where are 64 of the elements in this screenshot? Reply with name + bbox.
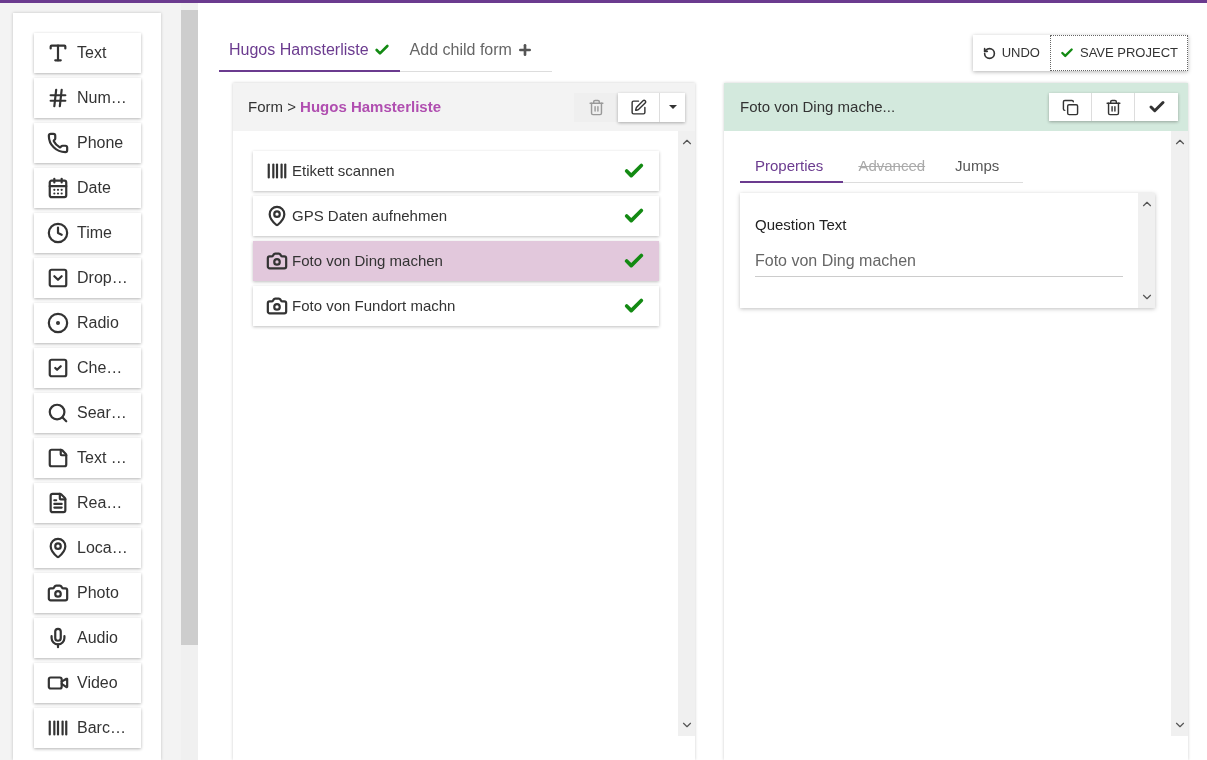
property-tab[interactable]: Properties xyxy=(740,151,844,183)
scrollbar-thumb[interactable] xyxy=(181,10,198,645)
question-item[interactable]: GPS Daten aufnehmen xyxy=(253,196,659,236)
document-icon xyxy=(47,492,69,514)
hash-icon xyxy=(47,87,69,109)
caret-icon xyxy=(668,105,677,109)
text-cursor-icon xyxy=(47,42,69,64)
palette-item[interactable]: Text xyxy=(34,33,141,73)
palette-item[interactable]: Text … xyxy=(34,438,141,478)
question-item[interactable]: Etikett scannen xyxy=(253,151,659,191)
edit-icon xyxy=(630,98,647,116)
microphone-icon xyxy=(47,627,69,649)
trash-icon xyxy=(1104,98,1122,116)
scrollbar[interactable] xyxy=(1138,193,1155,308)
palette-item[interactable]: Time xyxy=(34,213,141,253)
map-pin-icon xyxy=(47,537,69,559)
copy-icon xyxy=(1061,98,1079,116)
scrollbar[interactable] xyxy=(678,131,695,736)
dropdown-icon xyxy=(47,267,69,289)
palette-item[interactable]: Photo xyxy=(34,573,141,613)
camera-icon xyxy=(266,250,288,272)
check-icon xyxy=(1060,46,1074,60)
question-item[interactable]: Foto von Ding machen xyxy=(253,241,659,281)
search-icon xyxy=(47,402,69,424)
camera-icon xyxy=(266,295,288,317)
plus-icon xyxy=(516,42,533,58)
trash-icon xyxy=(587,98,605,116)
breadcrumb: Form > Hugos Hamsterliste xyxy=(248,96,441,117)
check-icon xyxy=(373,42,390,58)
save-project-button[interactable]: SAVE PROJECT xyxy=(1050,35,1188,71)
palette-item[interactable]: Phone xyxy=(34,123,141,163)
question-title: Foto von Ding mache... xyxy=(740,96,896,117)
question-label: GPS Daten aufnehmen xyxy=(292,205,449,226)
clock-icon xyxy=(47,222,69,244)
palette-item[interactable]: Video xyxy=(34,663,141,703)
field-label: Question Text xyxy=(755,215,848,235)
palette-item[interactable]: Rea… xyxy=(34,483,141,523)
palette-item[interactable]: Radio xyxy=(34,303,141,343)
checkbox-icon xyxy=(47,357,69,379)
palette-item[interactable]: Barc… xyxy=(34,708,141,748)
camera-icon xyxy=(47,582,69,604)
palette-item[interactable]: Loca… xyxy=(34,528,141,568)
question-text-field[interactable]: Foto von Ding machen xyxy=(755,246,1123,277)
question-label: Foto von Fundort machn xyxy=(292,295,457,316)
undo-button[interactable]: UNDO xyxy=(972,35,1050,71)
form-tab[interactable]: Hugos Hamsterliste xyxy=(219,30,400,72)
radio-icon xyxy=(47,312,69,334)
question-item[interactable]: Foto von Fundort machn xyxy=(253,286,659,326)
property-tab[interactable]: Jumps xyxy=(940,151,1015,183)
palette-item[interactable]: Drop… xyxy=(34,258,141,298)
palette-item[interactable]: Date xyxy=(34,168,141,208)
scrollbar[interactable] xyxy=(1171,131,1188,736)
palette-item[interactable]: Num… xyxy=(34,78,141,118)
map-pin-icon xyxy=(266,205,288,227)
question-label: Etikett scannen xyxy=(292,160,396,181)
palette-item[interactable]: Che… xyxy=(34,348,141,388)
form-tab[interactable]: Add child form xyxy=(399,30,543,72)
undo-icon xyxy=(982,46,996,60)
note-icon xyxy=(47,447,69,469)
phone-icon xyxy=(47,132,69,154)
question-label: Foto von Ding machen xyxy=(292,250,444,271)
palette-item[interactable]: Audio xyxy=(34,618,141,658)
palette-item[interactable]: Sear… xyxy=(34,393,141,433)
calendar-icon xyxy=(47,177,69,199)
